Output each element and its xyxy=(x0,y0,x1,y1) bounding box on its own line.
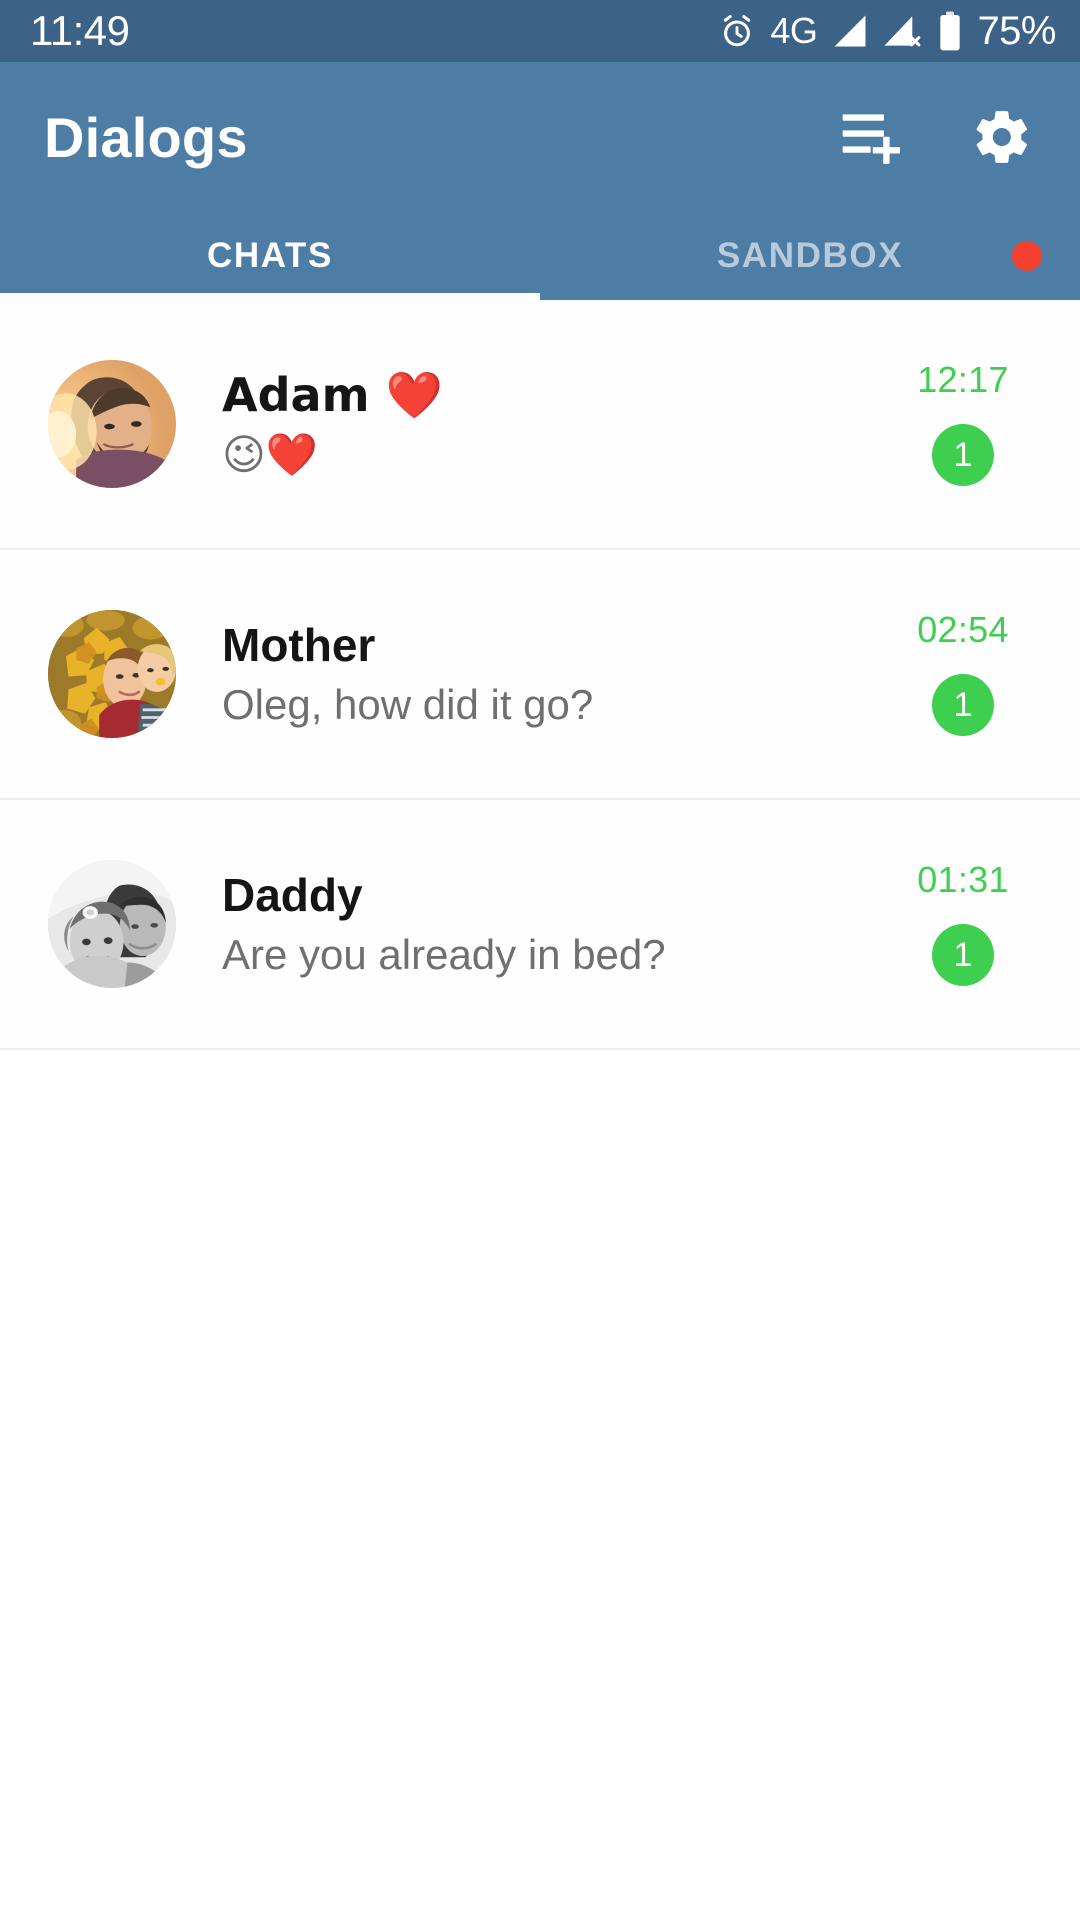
status-bar-clock: 11:49 xyxy=(30,7,130,54)
status-bar-indicators: 4G 75% xyxy=(718,11,1056,51)
tab-sandbox-badge-dot xyxy=(1012,241,1042,271)
settings-button[interactable] xyxy=(966,101,1038,173)
signal-bars-no-service-icon xyxy=(883,14,923,48)
new-chat-button[interactable] xyxy=(836,101,908,173)
app-screen: 11:49 4G 75% Dialogs CHATS SANDBOX Adam … xyxy=(0,0,1080,1920)
chat-item-meta: 02:54 1 xyxy=(888,612,1038,736)
chat-list: Adam ❤️ 😉❤️ 12:17 1 Mother Oleg, how did… xyxy=(0,300,1080,1920)
unread-badge: 1 xyxy=(932,424,994,486)
chat-list-item[interactable]: Adam ❤️ 😉❤️ 12:17 1 xyxy=(0,300,1080,550)
tab-chats[interactable]: CHATS xyxy=(0,212,540,300)
chat-item-preview: Are you already in bed? xyxy=(222,931,666,979)
chat-item-time: 01:31 xyxy=(917,859,1009,900)
tab-bar: CHATS SANDBOX xyxy=(0,212,1080,300)
chat-list-item[interactable]: Mother Oleg, how did it go? 02:54 1 xyxy=(0,550,1080,800)
status-bar: 11:49 4G 75% xyxy=(0,0,1080,62)
tab-sandbox[interactable]: SANDBOX xyxy=(540,212,1080,300)
chat-item-name: Mother xyxy=(222,618,376,671)
avatar[interactable] xyxy=(48,360,176,488)
network-type-label: 4G xyxy=(770,10,818,51)
page-title: Dialogs xyxy=(44,105,248,169)
avatar-photo-daddy xyxy=(48,860,176,988)
app-bar-actions xyxy=(836,101,1038,173)
avatar-photo-adam xyxy=(48,360,176,488)
chat-item-preview: Oleg, how did it go? xyxy=(222,681,594,729)
avatar-photo-mother xyxy=(48,610,176,738)
chat-item-meta: 01:31 1 xyxy=(888,862,1038,986)
chat-item-name: Daddy xyxy=(222,868,363,921)
playlist-add-icon xyxy=(840,109,904,165)
tab-chats-label: CHATS xyxy=(207,236,333,275)
tab-active-indicator xyxy=(0,293,540,300)
tab-sandbox-label: SANDBOX xyxy=(716,236,904,275)
avatar[interactable] xyxy=(48,610,176,738)
chat-item-text: Adam ❤️ 😉❤️ xyxy=(176,367,888,480)
app-bar-top-row: Dialogs xyxy=(0,62,1080,212)
gear-icon xyxy=(971,106,1033,168)
chat-item-preview: 😉❤️ xyxy=(222,430,319,480)
battery-icon xyxy=(937,11,963,51)
chat-item-name: Adam ❤️ xyxy=(222,367,443,422)
app-bar: Dialogs CHATS SANDBOX xyxy=(0,62,1080,300)
chat-list-item[interactable]: Daddy Are you already in bed? 01:31 1 xyxy=(0,800,1080,1050)
signal-bars-icon xyxy=(831,14,869,48)
chat-item-meta: 12:17 1 xyxy=(888,362,1038,486)
chat-item-text: Mother Oleg, how did it go? xyxy=(176,618,888,729)
alarm-clock-icon xyxy=(718,12,756,50)
avatar[interactable] xyxy=(48,860,176,988)
unread-badge: 1 xyxy=(932,924,994,986)
chat-item-time: 02:54 xyxy=(917,609,1009,650)
chat-item-text: Daddy Are you already in bed? xyxy=(176,868,888,979)
unread-badge: 1 xyxy=(932,674,994,736)
chat-item-time: 12:17 xyxy=(917,359,1009,400)
battery-percent-label: 75% xyxy=(977,9,1056,53)
